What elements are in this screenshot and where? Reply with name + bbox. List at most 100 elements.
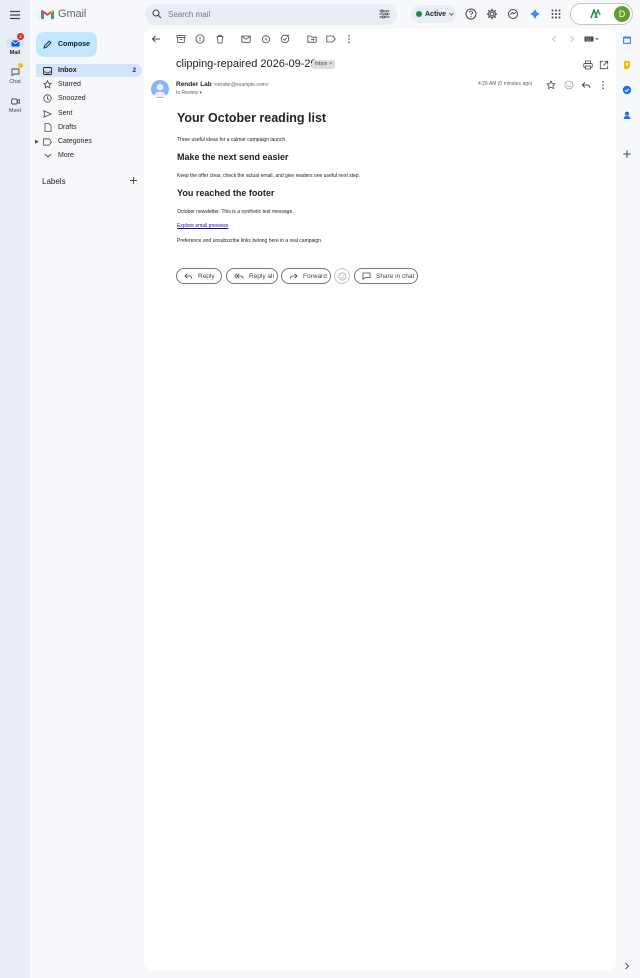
nav-more[interactable]: More [36,149,142,162]
star-icon [43,80,52,89]
add-task-icon[interactable] [280,34,290,44]
archive-icon[interactable] [176,34,186,44]
nav-snoozed[interactable]: Snoozed [36,92,142,105]
workspace-logo-icon [590,9,601,19]
label-icon[interactable] [326,34,336,44]
keep-notes-icon[interactable] [622,60,632,70]
trash-icon[interactable] [215,34,225,44]
reply-button[interactable]: Reply [176,268,222,284]
compose-button[interactable]: Compose [36,32,97,57]
sender-avatar[interactable] [151,80,169,98]
email-subject: clipping-repaired 2026-09-29 [176,58,317,70]
snooze-icon[interactable] [261,34,271,44]
tasks-icon[interactable] [622,85,632,95]
nav-snoozed-label: Snoozed [58,95,86,102]
emoji-reaction-button[interactable] [334,268,350,284]
status-selector[interactable]: Active [411,5,456,23]
newer-chevron-icon[interactable] [549,34,559,44]
email-title: Your October reading list [177,111,327,125]
nav-drafts[interactable]: Drafts [36,121,142,134]
message-timestamp: 4:26 AM (0 minutes ago) [478,81,533,87]
labels-section-header: Labels [42,175,142,187]
move-to-folder-icon[interactable] [307,34,317,44]
rail-meet-label: Meet [8,108,22,114]
label-tag-icon [43,137,52,146]
sender-email: <render@example.com> [213,82,269,88]
mark-unread-icon[interactable] [241,34,251,44]
reply-icon[interactable] [581,80,591,90]
reply-icon [184,273,193,279]
emoji-reaction-icon[interactable] [564,80,574,90]
inbox-label-chip[interactable]: Inbox × [312,60,336,69]
recipient-details-caret-icon[interactable]: ▾ [199,90,202,96]
forward-button[interactable]: Forward [281,268,331,284]
add-label-icon[interactable] [129,176,138,185]
report-spam-icon[interactable] [195,34,205,44]
print-icon[interactable] [583,60,593,70]
email-heading: You reached the footer [177,188,275,198]
nav-more-label: More [58,152,74,159]
status-dot [416,11,422,17]
calendar-icon[interactable] [622,35,632,45]
rail-chat-label: Chat [9,79,21,85]
share-in-chat-button[interactable]: Share in chat [354,268,418,284]
expand-panel-chevron-icon[interactable] [622,961,632,971]
forward-label: Forward [303,272,327,280]
person-icon [153,83,167,97]
more-vertical-icon[interactable] [344,34,354,44]
nav-drafts-label: Drafts [58,124,77,131]
back-arrow-icon[interactable] [151,34,161,44]
reply-label: Reply [198,272,215,280]
reply-all-button[interactable]: Reply all [226,268,278,284]
email-footer-text: Preference and unsubscribe links belong … [177,238,323,244]
rail-chat[interactable]: Chat [0,63,30,85]
help-icon[interactable] [465,8,477,20]
email-paragraph: Keep the offer clear, check the actual e… [177,173,361,179]
send-icon [43,109,52,118]
recipient-text: to Review [176,90,198,96]
settings-gear-icon[interactable] [486,8,498,20]
search-bar[interactable] [145,4,397,25]
gmail-logo[interactable]: Gmail [40,8,86,20]
star-icon[interactable] [546,80,556,90]
chat-notification-dot [18,63,23,68]
nav-sent-label: Sent [58,110,73,117]
filter-options-icon[interactable] [379,9,390,19]
inbox-chip-label: Inbox [315,61,328,67]
apps-grid-icon[interactable] [550,8,562,20]
rail-mail[interactable]: 2 Mail [0,33,30,56]
chat-icon [11,68,19,76]
search-input[interactable] [168,7,368,22]
nav-categories-label: Categories [58,138,92,145]
remove-label-icon[interactable]: × [329,60,332,69]
email-heading: Make the next send easier [177,152,289,162]
account-avatar[interactable]: D [614,6,630,22]
ai-assistant-icon[interactable] [507,8,519,20]
nav-sent[interactable]: Sent [36,107,142,120]
nav-starred[interactable]: Starred [36,78,142,91]
add-addon-icon[interactable] [622,149,632,159]
expand-caret-icon[interactable]: ▶ [35,139,39,145]
rail-mail-label: Mail [9,50,21,56]
compose-label: Compose [58,41,90,48]
email-paragraph: October newsletter. This is a synthetic … [177,209,294,215]
contacts-icon[interactable] [622,110,632,120]
nav-inbox[interactable]: Inbox 2 [36,64,142,77]
share-in-chat-label: Share in chat [376,272,415,280]
gemini-sparkle-icon[interactable] [529,8,541,20]
nav-categories[interactable]: ▶ Categories [35,135,142,148]
more-vertical-icon[interactable] [598,80,608,90]
menu-icon[interactable] [8,8,22,22]
nav-inbox-label: Inbox [58,67,77,74]
app-rail: 2 Mail Chat Meet [0,0,30,978]
open-new-window-icon[interactable] [599,60,609,70]
recipient-line[interactable]: to Review ▾ [176,90,202,96]
older-chevron-icon[interactable] [567,34,577,44]
search-icon[interactable] [152,9,162,19]
explore-previews-link[interactable]: Explore email previews [177,223,228,229]
inbox-count: 2 [132,67,136,74]
sender-name[interactable]: Render Lab [176,81,212,88]
rail-meet[interactable]: Meet [0,96,30,114]
email-paragraph: Three useful ideas for a calmer campaign… [177,137,287,143]
input-tools-icon[interactable] [584,34,600,44]
